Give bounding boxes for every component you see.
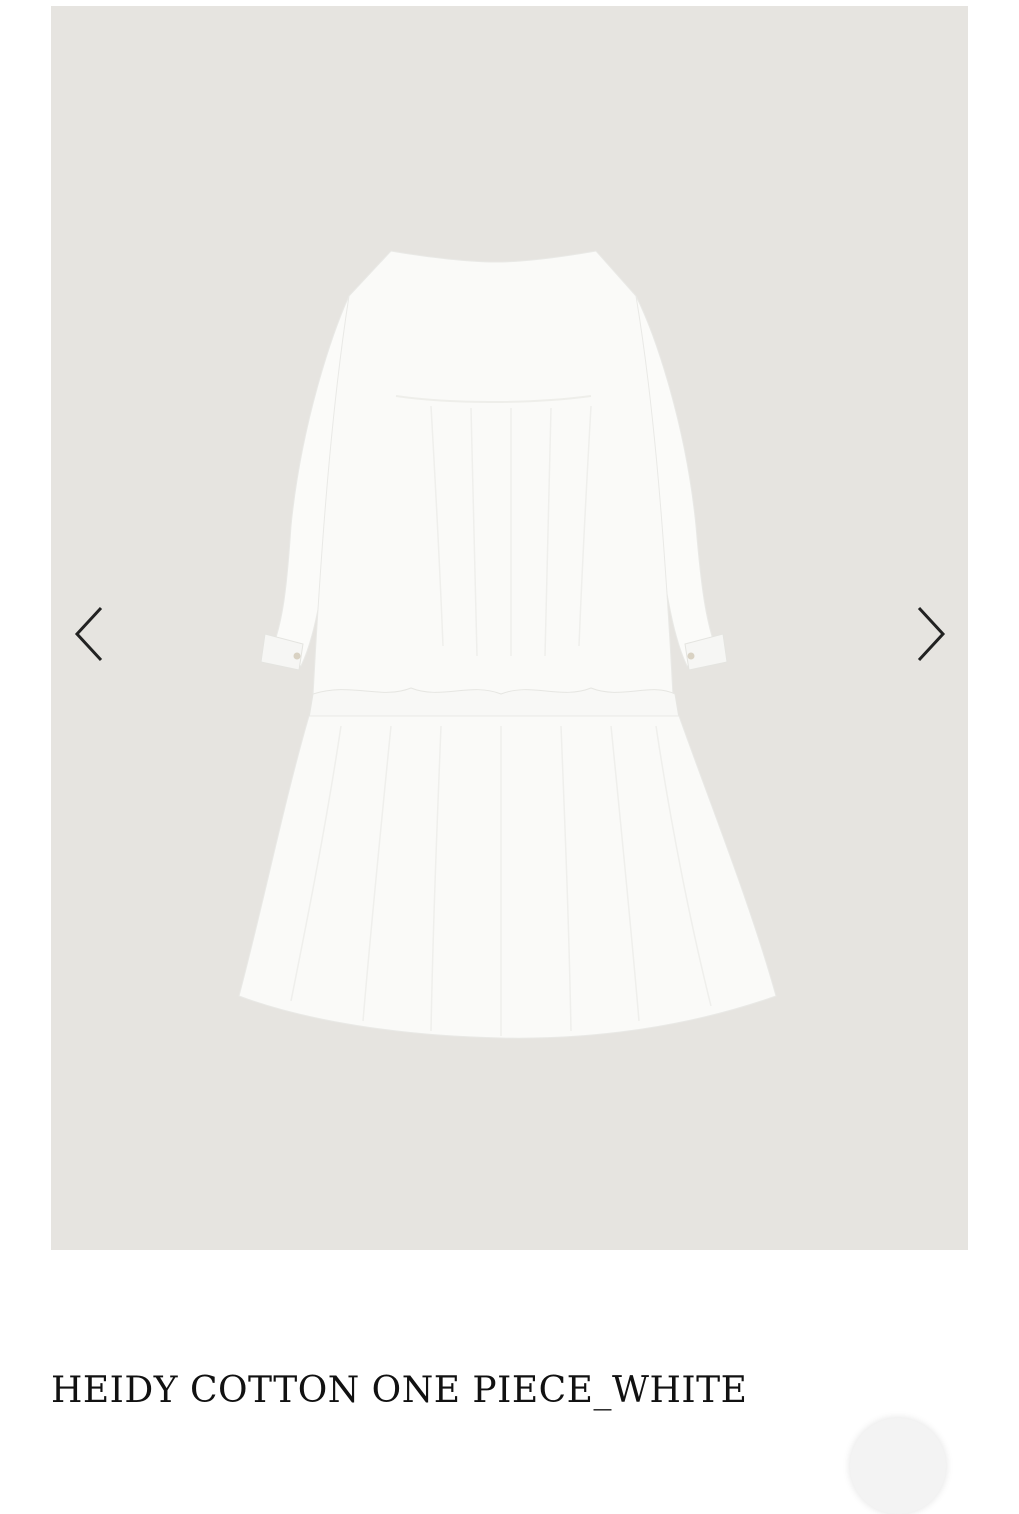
product-image [238,250,777,1039]
floating-action-button[interactable] [850,1418,946,1514]
product-image-gallery[interactable] [51,6,968,1250]
previous-image-button[interactable] [61,604,121,664]
next-image-button[interactable] [899,604,959,664]
chevron-left-icon [74,606,103,662]
chevron-right-icon [917,606,946,662]
product-title: HEIDY COTTON ONE PIECE_WHITE [51,1370,748,1411]
